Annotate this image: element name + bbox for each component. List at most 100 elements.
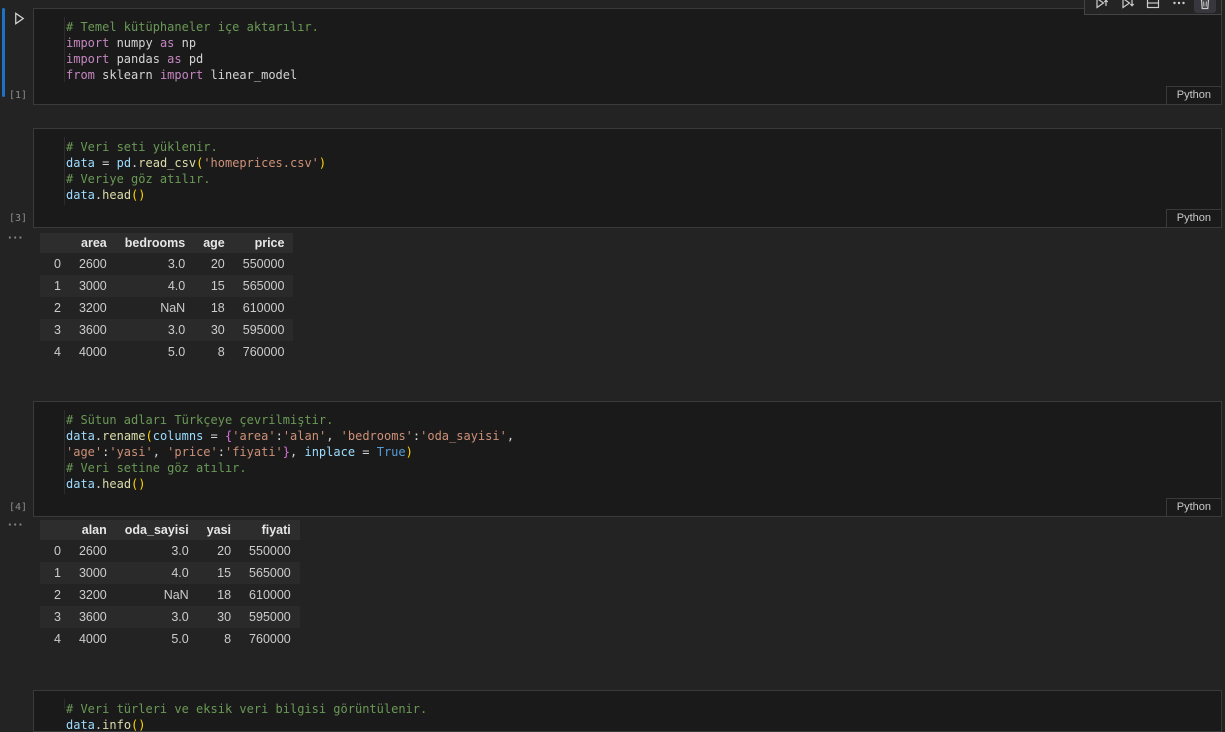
dataframe-table: alanoda_sayisiyasifiyati026003.020550000… xyxy=(40,520,300,650)
code-token: 'fiyati' xyxy=(225,445,283,459)
language-picker[interactable]: Python xyxy=(1166,498,1221,516)
code-token: head xyxy=(102,188,131,202)
row-index: 1 xyxy=(40,562,70,584)
dataframe-header: areabedroomsageprice xyxy=(40,233,293,253)
code-editor[interactable]: # Veri seti yüklenir.data = pd.read_csv(… xyxy=(33,128,1222,228)
table-row: 026003.020550000 xyxy=(40,540,300,562)
dataframe-header: alanoda_sayisiyasifiyati xyxy=(40,520,300,540)
code-token: inplace xyxy=(304,445,355,459)
dataframe-table: areabedroomsageprice026003.0205500001300… xyxy=(40,233,293,363)
code-line: import pandas as pd xyxy=(34,51,1221,67)
code-token: () xyxy=(131,477,145,491)
table-cell: 2600 xyxy=(70,253,116,275)
row-index: 4 xyxy=(40,628,70,650)
table-cell: 20 xyxy=(194,253,234,275)
code-token: pandas xyxy=(109,52,167,66)
table-cell: 760000 xyxy=(240,628,300,650)
table-cell: 4000 xyxy=(70,628,116,650)
column-header: bedrooms xyxy=(116,233,194,253)
table-cell: 8 xyxy=(198,628,240,650)
execute-above-button[interactable] xyxy=(1090,0,1112,13)
table-cell: 5.0 xyxy=(116,341,194,363)
code-token: : xyxy=(276,429,283,443)
more-actions-button[interactable] xyxy=(1168,0,1190,13)
column-header: yasi xyxy=(198,520,240,540)
table-cell: 3200 xyxy=(70,297,116,319)
code-token: sklearn xyxy=(95,68,160,82)
dataframe-body: 026003.020550000130004.01556500023200NaN… xyxy=(40,540,300,650)
table-cell: 3200 xyxy=(70,584,116,606)
code-token: ) xyxy=(406,445,413,459)
code-token: , xyxy=(153,445,167,459)
indent-guide xyxy=(64,699,65,709)
code-token: head xyxy=(102,477,131,491)
language-picker[interactable]: Python xyxy=(1166,209,1221,227)
run-cell-button[interactable] xyxy=(10,11,28,29)
code-token: = xyxy=(95,156,117,170)
table-row: 026003.020550000 xyxy=(40,253,293,275)
code-token: numpy xyxy=(109,36,160,50)
language-picker[interactable]: Python xyxy=(1166,86,1221,104)
row-index: 4 xyxy=(40,341,70,363)
code-token: () xyxy=(131,188,145,202)
table-cell: 18 xyxy=(198,584,240,606)
notebook-cell-3: # Sütun adları Türkçeye çevrilmiştir.dat… xyxy=(33,401,1222,517)
table-cell: 30 xyxy=(198,606,240,628)
row-index: 3 xyxy=(40,319,70,341)
code-token: # Veriye göz atılır. xyxy=(66,172,211,186)
execution-count: [1] xyxy=(9,90,27,101)
table-row: 130004.015565000 xyxy=(40,562,300,584)
output-collapse-toggle[interactable]: ··· xyxy=(8,517,24,532)
code-token: = xyxy=(203,429,225,443)
table-cell: 15 xyxy=(198,562,240,584)
code-token: 'bedrooms' xyxy=(341,429,413,443)
code-line: data.rename(columns = {'area':'alan', 'b… xyxy=(34,428,1221,444)
table-cell: 15 xyxy=(194,275,234,297)
code-token: } xyxy=(283,445,290,459)
table-cell: 18 xyxy=(194,297,234,319)
table-cell: 550000 xyxy=(240,540,300,562)
code-token: 'price' xyxy=(167,445,218,459)
code-token: data xyxy=(66,718,95,732)
run-above-icon xyxy=(1093,0,1109,11)
split-cell-button[interactable] xyxy=(1142,0,1164,13)
column-header: area xyxy=(70,233,116,253)
code-token: 'homeprices.csv' xyxy=(203,156,319,170)
execution-count: [3] xyxy=(9,213,27,224)
execute-below-button[interactable] xyxy=(1116,0,1138,13)
code-editor[interactable]: # Veri türleri ve eksik veri bilgisi gör… xyxy=(33,690,1222,732)
row-index: 1 xyxy=(40,275,70,297)
code-line: from sklearn import linear_model xyxy=(34,67,1221,83)
code-token: ) xyxy=(319,156,326,170)
code-line: data.head() xyxy=(34,187,1221,203)
code-token: as xyxy=(160,36,174,50)
table-cell: 610000 xyxy=(234,297,294,319)
table-cell: 30 xyxy=(194,319,234,341)
code-token: columns xyxy=(153,429,204,443)
table-cell: NaN xyxy=(116,584,198,606)
table-cell: 595000 xyxy=(234,319,294,341)
table-cell: 760000 xyxy=(234,341,294,363)
ellipsis-icon xyxy=(1171,0,1187,11)
dataframe-header-row: alanoda_sayisiyasifiyati xyxy=(40,520,300,540)
indent-guide xyxy=(64,137,65,205)
focused-cell-indicator xyxy=(2,8,5,97)
indent-guide xyxy=(64,17,65,82)
trash-icon xyxy=(1197,0,1213,11)
column-header: alan xyxy=(70,520,116,540)
code-token: ( xyxy=(146,429,153,443)
code-token: pd xyxy=(117,156,131,170)
table-row: 23200NaN18610000 xyxy=(40,297,293,319)
table-row: 336003.030595000 xyxy=(40,319,293,341)
delete-cell-button[interactable] xyxy=(1194,0,1216,13)
code-token: 'area' xyxy=(232,429,275,443)
code-editor[interactable]: # Sütun adları Türkçeye çevrilmiştir.dat… xyxy=(33,401,1222,517)
code-token: read_csv xyxy=(138,156,196,170)
output-collapse-toggle[interactable]: ··· xyxy=(8,230,24,245)
table-cell: 595000 xyxy=(240,606,300,628)
code-editor[interactable]: # Temel kütüphaneler içe aktarılır.impor… xyxy=(33,8,1222,105)
code-token: info xyxy=(102,718,131,732)
code-token: , xyxy=(507,429,514,443)
table-cell: 4000 xyxy=(70,341,116,363)
code-token: 'yasi' xyxy=(109,445,152,459)
